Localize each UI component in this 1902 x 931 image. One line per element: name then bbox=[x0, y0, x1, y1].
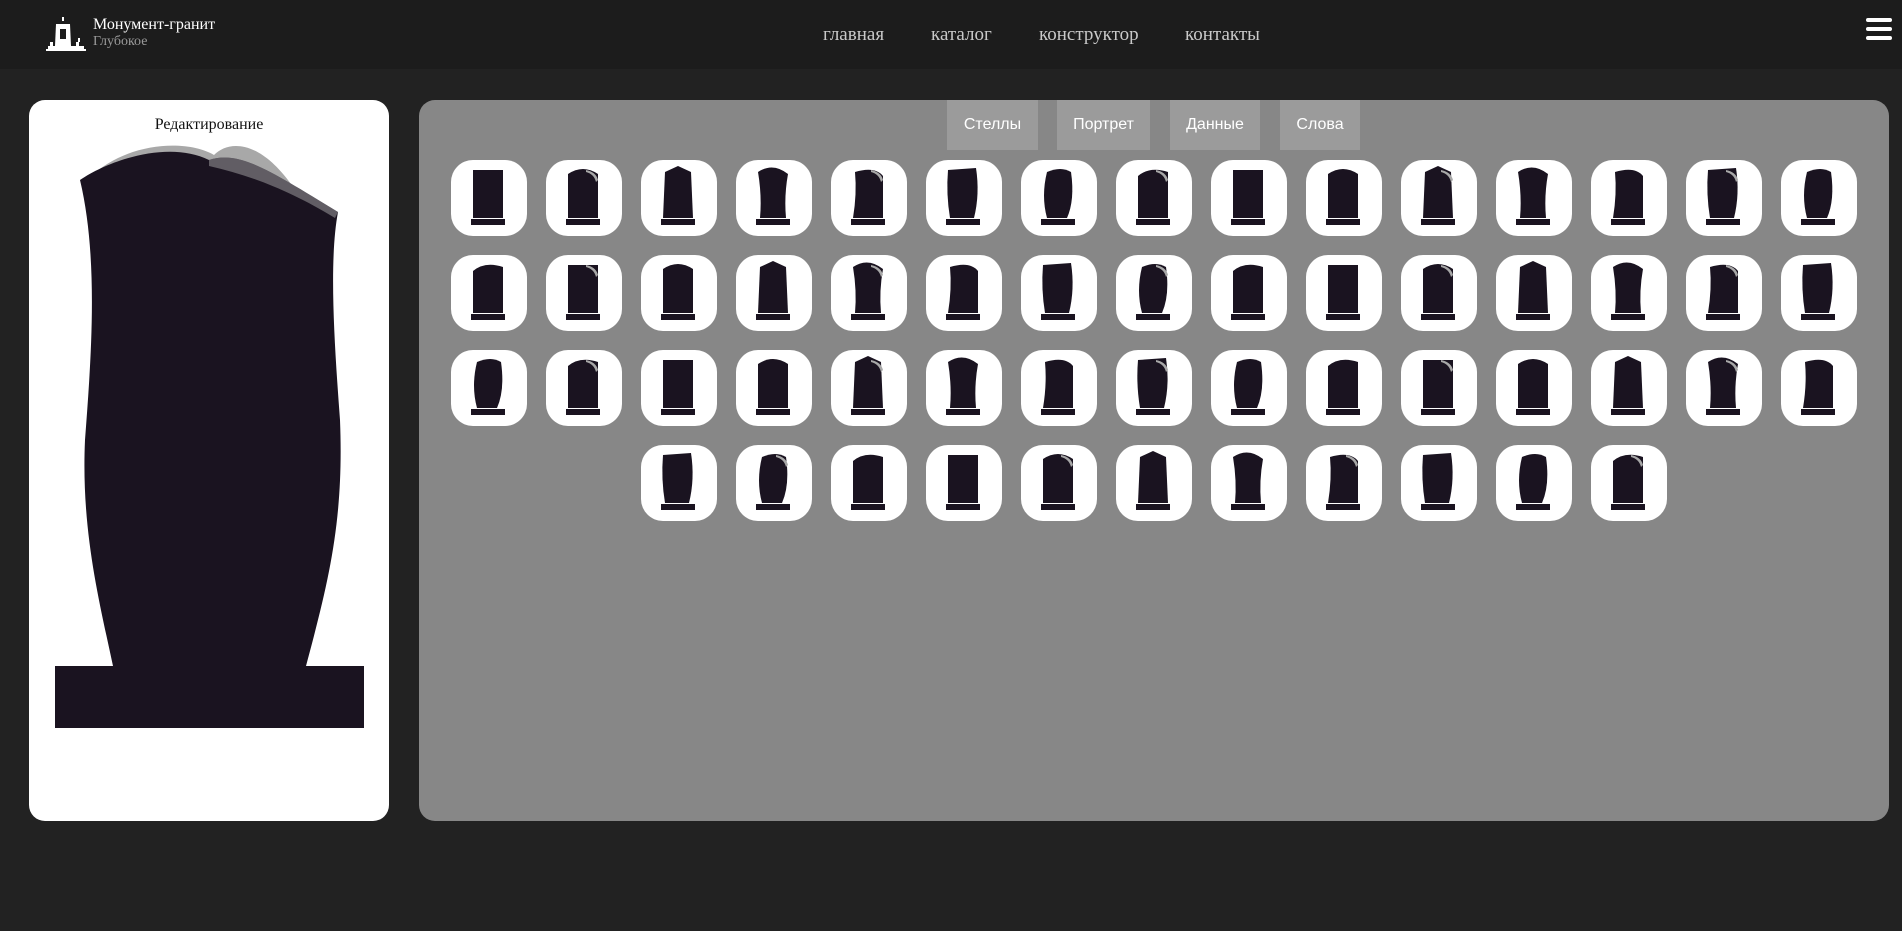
stele-option[interactable] bbox=[1591, 350, 1667, 426]
stele-option[interactable] bbox=[1116, 255, 1192, 331]
stele-option[interactable] bbox=[1401, 160, 1477, 236]
stele-option[interactable] bbox=[1306, 160, 1382, 236]
stele-option[interactable] bbox=[641, 160, 717, 236]
stone-body bbox=[80, 151, 341, 667]
nav-link-home[interactable]: главная bbox=[823, 24, 884, 46]
tab-stelly[interactable]: Стеллы bbox=[947, 100, 1038, 150]
stele-option[interactable] bbox=[1306, 255, 1382, 331]
stele-option[interactable] bbox=[1781, 160, 1857, 236]
stele-option[interactable] bbox=[1401, 350, 1477, 426]
stele-option[interactable] bbox=[1116, 160, 1192, 236]
stele-option[interactable] bbox=[831, 160, 907, 236]
stele-option[interactable] bbox=[1591, 160, 1667, 236]
catalog-panel: Стеллы Портрет Данные Слова bbox=[419, 100, 1889, 821]
stele-option[interactable] bbox=[1496, 445, 1572, 521]
stele-option[interactable] bbox=[1211, 160, 1287, 236]
stele-option[interactable] bbox=[926, 255, 1002, 331]
stele-option[interactable] bbox=[451, 350, 527, 426]
stele-option[interactable] bbox=[1496, 350, 1572, 426]
stele-option[interactable] bbox=[1781, 255, 1857, 331]
monument-preview[interactable] bbox=[29, 100, 389, 821]
stele-option[interactable] bbox=[1686, 350, 1762, 426]
stele-option[interactable] bbox=[546, 255, 622, 331]
header: Монумент-гранит Глубокое главная каталог… bbox=[0, 0, 1902, 69]
stele-option[interactable] bbox=[736, 445, 812, 521]
menu-icon[interactable] bbox=[1866, 18, 1892, 42]
nav-link-constructor[interactable]: конструктор bbox=[1039, 24, 1139, 46]
stele-option[interactable] bbox=[1781, 350, 1857, 426]
stele-option[interactable] bbox=[831, 255, 907, 331]
stele-option[interactable] bbox=[1021, 160, 1097, 236]
stele-option[interactable] bbox=[736, 160, 812, 236]
stele-option[interactable] bbox=[641, 350, 717, 426]
stone-base bbox=[55, 666, 364, 728]
stele-option[interactable] bbox=[1116, 350, 1192, 426]
stele-option[interactable] bbox=[831, 445, 907, 521]
stele-option[interactable] bbox=[926, 350, 1002, 426]
stele-option[interactable] bbox=[1401, 255, 1477, 331]
stele-option[interactable] bbox=[1591, 445, 1667, 521]
stele-option[interactable] bbox=[641, 255, 717, 331]
stele-option[interactable] bbox=[1496, 160, 1572, 236]
stele-option[interactable] bbox=[1211, 445, 1287, 521]
stele-option[interactable] bbox=[736, 255, 812, 331]
stele-option[interactable] bbox=[1306, 350, 1382, 426]
stele-option[interactable] bbox=[1021, 445, 1097, 521]
stele-option[interactable] bbox=[926, 445, 1002, 521]
stele-option[interactable] bbox=[1021, 255, 1097, 331]
nav-link-catalog[interactable]: каталог bbox=[931, 24, 992, 46]
stele-option[interactable] bbox=[1401, 445, 1477, 521]
stele-option[interactable] bbox=[1211, 255, 1287, 331]
nav-link-contacts[interactable]: контакты bbox=[1185, 24, 1260, 46]
stele-option[interactable] bbox=[926, 160, 1002, 236]
stele-option[interactable] bbox=[546, 160, 622, 236]
stele-option[interactable] bbox=[1686, 255, 1762, 331]
stele-option[interactable] bbox=[1686, 160, 1762, 236]
stele-option[interactable] bbox=[1021, 350, 1097, 426]
stele-option[interactable] bbox=[831, 350, 907, 426]
stele-option[interactable] bbox=[1496, 255, 1572, 331]
tab-portrait[interactable]: Портрет bbox=[1057, 100, 1150, 150]
main-nav: главная каталог конструктор контакты bbox=[0, 24, 1902, 46]
stele-option[interactable] bbox=[546, 350, 622, 426]
tab-words[interactable]: Слова bbox=[1280, 100, 1360, 150]
stele-option[interactable] bbox=[451, 160, 527, 236]
edit-preview-panel: Редактирование bbox=[29, 100, 389, 821]
stele-option[interactable] bbox=[641, 445, 717, 521]
stele-option[interactable] bbox=[1116, 445, 1192, 521]
stele-option[interactable] bbox=[451, 255, 527, 331]
tab-data[interactable]: Данные bbox=[1170, 100, 1260, 150]
stele-option[interactable] bbox=[1306, 445, 1382, 521]
stele-option[interactable] bbox=[736, 350, 812, 426]
stele-option[interactable] bbox=[1591, 255, 1667, 331]
stele-option[interactable] bbox=[1211, 350, 1287, 426]
